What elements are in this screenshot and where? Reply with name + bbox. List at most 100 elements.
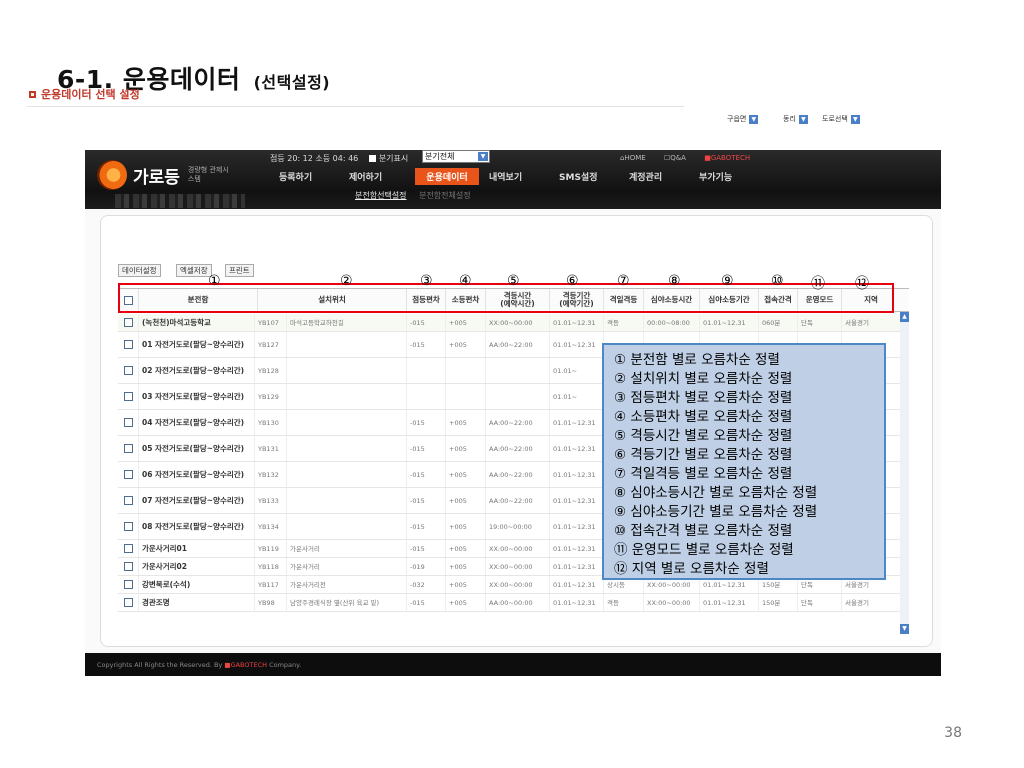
row-checkbox[interactable] <box>123 318 133 327</box>
row-checkbox[interactable] <box>123 562 133 571</box>
table-row[interactable]: (녹천천)마석고등학교 YB107 마석고등학교하천길 -015 +005 XX:00~0… <box>118 314 909 332</box>
table-cell: 150분 <box>758 594 797 611</box>
table-cell: AA:00~22:00 <box>485 410 549 435</box>
row-checkbox[interactable] <box>123 580 133 589</box>
logo-subtext: 경량형 관제시스템 <box>187 166 229 183</box>
table-cell: +005 <box>445 462 485 487</box>
excel-save-button[interactable]: 엑셀저장 <box>176 264 212 277</box>
skyline-graphic <box>115 194 245 208</box>
table-cell: 01.01~12.31 <box>549 594 603 611</box>
table-cell: +005 <box>445 314 485 331</box>
table-cell <box>286 488 406 513</box>
legend-line: ⑤ 격등시간 별로 오름차순 정렬 <box>614 428 793 444</box>
menu-register[interactable]: 등록하기 <box>275 168 345 185</box>
branch-display-checkbox[interactable] <box>368 155 376 162</box>
row-checkbox-cell <box>118 332 138 357</box>
row-checkbox[interactable] <box>123 418 133 427</box>
menu-extra[interactable]: 부가기능 <box>695 168 765 185</box>
table-cell: 01.01~12.31 <box>549 462 603 487</box>
table-cell: YB132 <box>254 462 286 487</box>
menu-history[interactable]: 내역보기 <box>485 168 555 185</box>
table-cell: +005 <box>445 410 485 435</box>
submenu: 분전함선택설정 분전함전체설정 <box>355 190 471 201</box>
column-number-marker: ⑪ <box>811 276 825 292</box>
menu-account[interactable]: 계정관리 <box>625 168 695 185</box>
table-cell: 격등 <box>603 314 643 331</box>
table-cell: XX:00~00:00 <box>485 558 549 575</box>
road-select[interactable]: 도로선택 ▼ <box>822 114 860 125</box>
table-cell: 01.01~12.31 <box>549 514 603 539</box>
district-select[interactable]: 구읍면 ▼ <box>727 114 759 125</box>
table-cell: -015 <box>406 436 445 461</box>
menu-operation-data[interactable]: 운용데이터 <box>415 168 479 185</box>
table-cell <box>485 384 549 409</box>
table-cell: +005 <box>445 332 485 357</box>
menu-control[interactable]: 제어하기 <box>345 168 415 185</box>
light-schedule-status: 점등 20: 12 소등 04: 46 분기표시 <box>270 153 408 164</box>
row-checkbox-cell <box>118 384 138 409</box>
table-cell: AA:00~22:00 <box>485 462 549 487</box>
table-cell: 06 자전거도로(팔당~양수리간) <box>138 462 254 487</box>
row-checkbox[interactable] <box>123 522 133 531</box>
logo-icon <box>97 160 127 190</box>
table-cell <box>286 462 406 487</box>
village-select[interactable]: 동리 ▼ <box>783 114 808 125</box>
legend-line: ⑧ 심야소등시간 별로 오름차순 정렬 <box>614 485 818 501</box>
vertical-scrollbar[interactable]: ▲ ▼ <box>900 312 909 634</box>
table-cell <box>286 436 406 461</box>
row-checkbox-cell <box>118 576 138 593</box>
table-cell: 08 자전거도로(팔당~양수리간) <box>138 514 254 539</box>
table-cell: -015 <box>406 594 445 611</box>
table-cell <box>445 384 485 409</box>
table-cell: 01.01~12.31 <box>549 488 603 513</box>
print-button[interactable]: 프린트 <box>225 264 254 277</box>
branch-select[interactable]: 분기전체 ▼ <box>422 150 490 163</box>
table-cell <box>406 358 445 383</box>
table-cell: 05 자전거도로(팔당~양수리간) <box>138 436 254 461</box>
table-cell: 가운사거리01 <box>138 540 254 557</box>
row-checkbox-cell <box>118 488 138 513</box>
row-checkbox[interactable] <box>123 392 133 401</box>
gabotech-link[interactable]: ■GABOTECH <box>704 154 758 162</box>
row-checkbox[interactable] <box>123 470 133 479</box>
row-checkbox[interactable] <box>123 544 133 553</box>
table-cell: 남양주경례식장 옆(산위 육교 밑) <box>286 594 406 611</box>
table-cell: 00:00~08:00 <box>643 314 699 331</box>
table-cell: 서울경기 <box>841 314 900 331</box>
home-link[interactable]: ⌂HOME <box>620 154 654 162</box>
table-cell: +005 <box>445 594 485 611</box>
table-cell: 단독 <box>797 314 841 331</box>
row-checkbox[interactable] <box>123 598 133 607</box>
table-cell: 서울경기 <box>841 594 900 611</box>
table-row[interactable]: 경관조명 YB98 남양주경례식장 옆(산위 육교 밑) -015 +005 AA:00~… <box>118 594 909 612</box>
row-checkbox[interactable] <box>123 496 133 505</box>
submenu-selected-settings[interactable]: 분전함선택설정 <box>355 191 407 200</box>
scroll-up-icon[interactable]: ▲ <box>900 312 909 322</box>
table-cell: YB134 <box>254 514 286 539</box>
row-checkbox-cell <box>118 540 138 557</box>
submenu-all-settings[interactable]: 분전함전체설정 <box>419 191 471 200</box>
data-settings-button[interactable]: 데이터설정 <box>118 264 161 277</box>
table-cell: 01.01~ <box>549 384 603 409</box>
footer: Copyrights All Rights the Reserved. By ■… <box>85 653 941 676</box>
table-cell: XX:00~00:00 <box>485 576 549 593</box>
logo[interactable]: 가로등 경량형 관제시스템 <box>97 160 232 190</box>
table-cell: +005 <box>445 514 485 539</box>
table-cell <box>445 358 485 383</box>
row-checkbox[interactable] <box>123 444 133 453</box>
legend-line: ⑩ 접속간격 별로 오름차순 정렬 <box>614 523 793 539</box>
scroll-down-icon[interactable]: ▼ <box>900 624 909 634</box>
column-number-marker: ② <box>340 273 353 289</box>
qna-link[interactable]: ☐Q&A <box>664 154 694 162</box>
column-number-marker: ① <box>208 273 221 289</box>
chevron-down-icon: ▼ <box>749 115 759 124</box>
column-number-marker: ④ <box>459 273 472 289</box>
table-cell: -015 <box>406 514 445 539</box>
row-checkbox-cell <box>118 594 138 611</box>
row-checkbox[interactable] <box>123 340 133 349</box>
table-cell: 19:00~00:00 <box>485 514 549 539</box>
slide-subtitle: (선택설정) <box>253 73 331 92</box>
table-cell: -015 <box>406 332 445 357</box>
row-checkbox[interactable] <box>123 366 133 375</box>
menu-sms-settings[interactable]: SMS설정 <box>555 168 625 185</box>
